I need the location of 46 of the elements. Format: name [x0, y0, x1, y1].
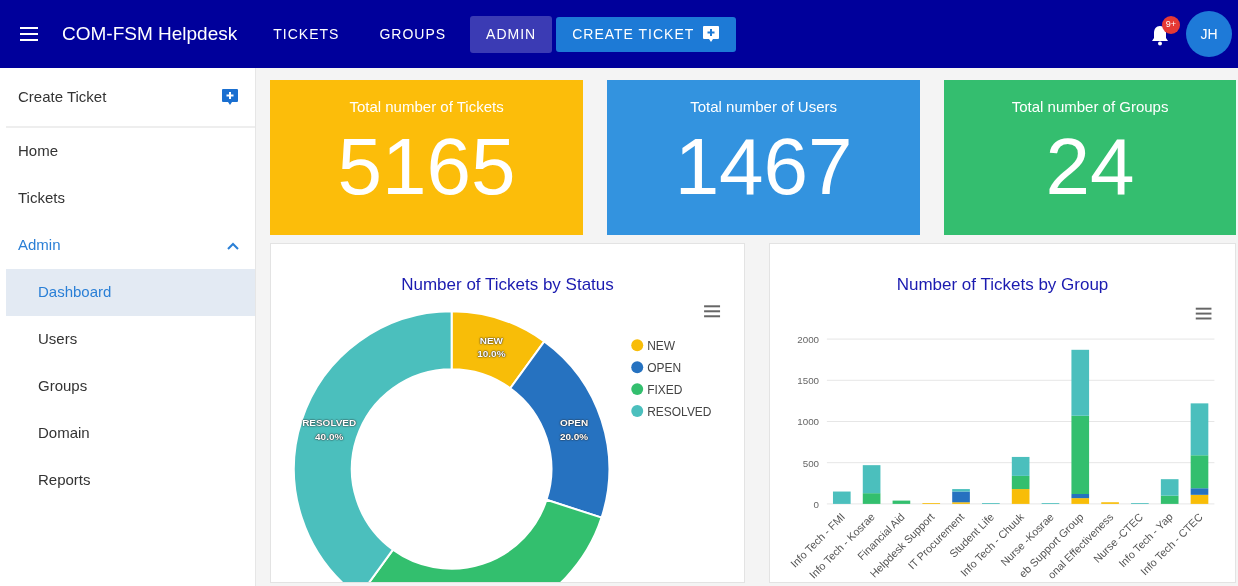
nav-tab[interactable]: TICKETS: [257, 15, 356, 53]
axis-tick-label: 1000: [797, 416, 820, 428]
add-comment-icon: [702, 25, 721, 43]
legend-label[interactable]: RESOLVED: [647, 404, 712, 419]
sidebar-item[interactable]: Tickets: [6, 175, 255, 222]
user-avatar[interactable]: JH: [1186, 11, 1232, 57]
chevron-up-icon[interactable]: [227, 241, 239, 250]
stat-label: Total number of Groups: [1010, 97, 1170, 117]
sidebar-item[interactable]: Home: [6, 128, 255, 175]
legend-dot: [631, 405, 644, 418]
stat-value: 1467: [673, 126, 854, 207]
slice-label: NEW 10.0%: [477, 334, 506, 360]
axis-tick-label: 500: [802, 457, 820, 469]
chart-menu-icon[interactable]: [704, 305, 721, 318]
slice-label: RESOLVED 40.0%: [302, 417, 357, 443]
stat-value: 5165: [336, 126, 517, 207]
legend-dot: [631, 361, 644, 374]
legend-label[interactable]: NEW: [647, 338, 676, 353]
stat-label: Total number of Users: [689, 97, 838, 117]
legend-dot: [631, 339, 644, 352]
axis-tick-label: 2000: [797, 334, 820, 345]
stat-value: 24: [1044, 126, 1136, 207]
menu-icon[interactable]: [20, 27, 38, 41]
sidebar-item[interactable]: Groups: [6, 363, 255, 410]
chart-title: Number of Tickets by Status: [400, 274, 615, 296]
app-title[interactable]: COM-FSM Helpdesk: [62, 19, 238, 49]
sidebar-item[interactable]: Reports: [6, 457, 255, 504]
sidebar-item[interactable]: Domain: [6, 410, 255, 457]
axis-tick-label: 1500: [797, 375, 820, 387]
chart-title: Number of Tickets by Group: [895, 274, 1110, 296]
sidebar-item[interactable]: Users: [6, 316, 255, 363]
stat-label: Total number of Tickets: [348, 97, 505, 117]
create-ticket-item[interactable]: Create Ticket: [6, 68, 255, 128]
legend-label[interactable]: OPEN: [647, 360, 682, 375]
create-ticket-label[interactable]: Create Ticket: [18, 85, 107, 109]
chart-menu-icon[interactable]: [1195, 307, 1212, 320]
legend-label[interactable]: FIXED: [647, 382, 683, 397]
legend-dot: [631, 383, 644, 396]
sidebar-item[interactable]: Admin: [18, 234, 61, 257]
create-ticket-button[interactable]: CREATE TICKET: [556, 16, 737, 52]
axis-tick-label: 0: [813, 498, 820, 510]
add-comment-icon[interactable]: [221, 88, 239, 106]
nav-tab[interactable]: GROUPS: [363, 15, 463, 53]
slice-label: OPEN 20.0%: [559, 417, 589, 443]
notification-badge: 9+: [1161, 16, 1180, 34]
nav-tab[interactable]: ADMIN: [470, 15, 553, 53]
